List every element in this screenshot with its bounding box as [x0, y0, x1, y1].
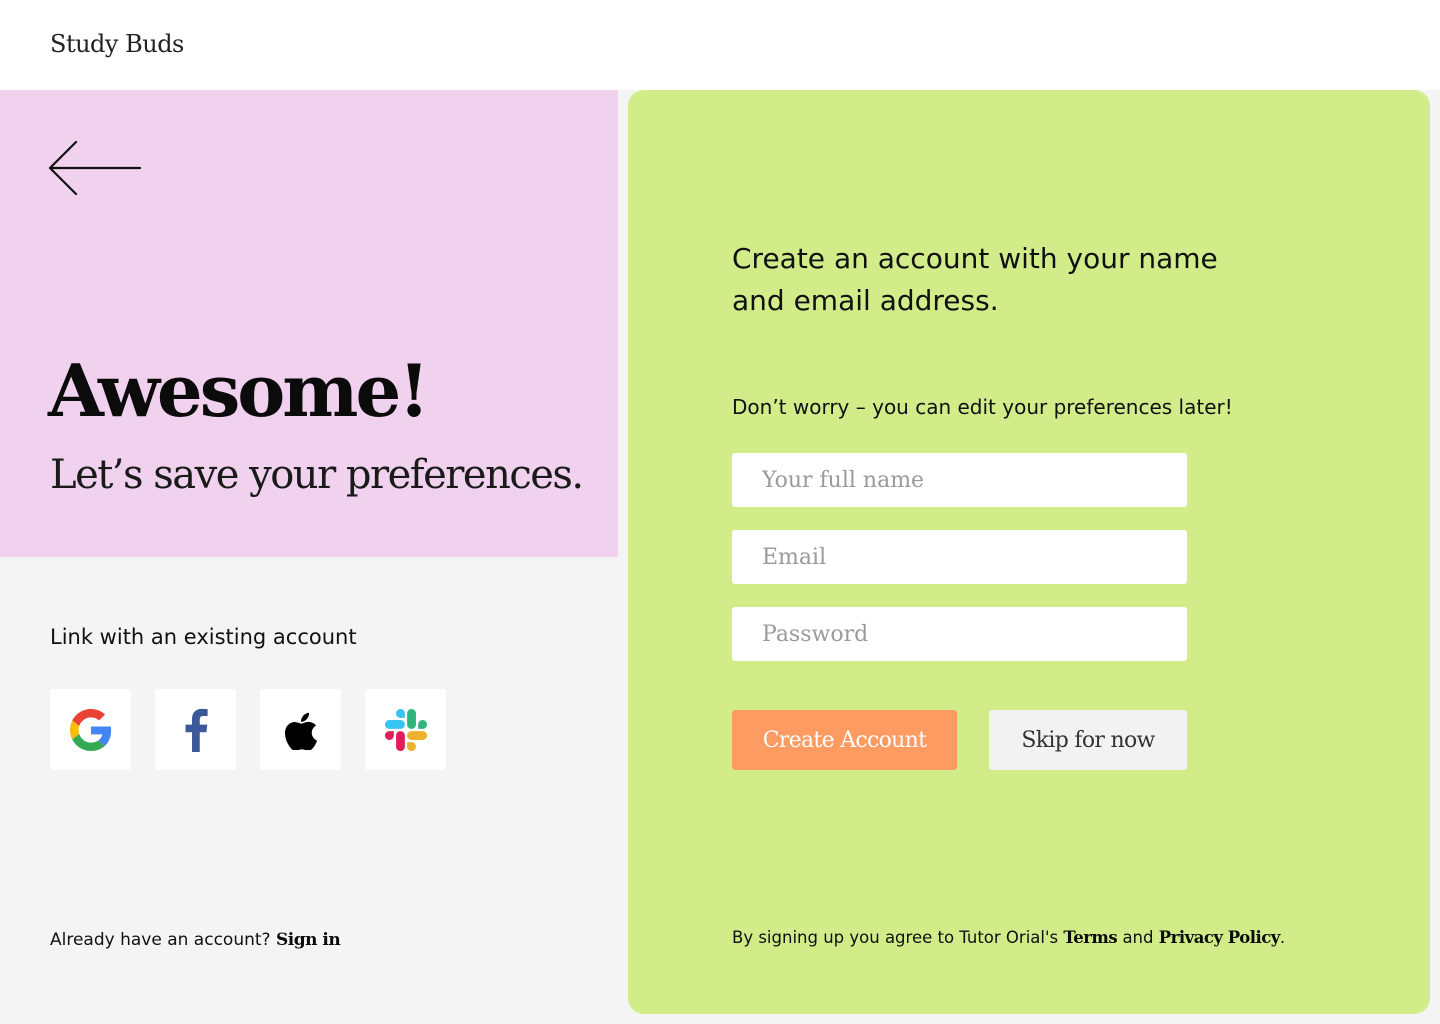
signup-note: Don’t worry – you can edit your preferen… [732, 395, 1233, 419]
social-login-row [50, 689, 446, 770]
hero-title: Awesome! [48, 348, 430, 433]
top-header: Study Buds [0, 0, 1440, 90]
hero-subtitle: Let’s save your preferences. [50, 452, 584, 498]
terms-conjunction: and [1122, 928, 1154, 947]
brand-logo[interactable]: Study Buds [50, 30, 184, 58]
terms-suffix: . [1279, 928, 1286, 947]
google-icon [69, 708, 111, 751]
apple-icon [284, 712, 317, 750]
google-login-button[interactable] [50, 689, 131, 770]
signin-prompt-text: Already have an account? [50, 930, 271, 950]
skip-button[interactable]: Skip for now [989, 710, 1187, 770]
privacy-policy-link[interactable]: Privacy Policy [1159, 928, 1281, 947]
signin-link[interactable]: Sign in [276, 930, 341, 950]
apple-login-button[interactable] [260, 689, 341, 770]
slack-login-button[interactable] [365, 689, 446, 770]
slack-icon [384, 708, 427, 751]
link-accounts-heading: Link with an existing account [50, 625, 357, 649]
signin-prompt: Already have an account? Sign in [50, 930, 341, 950]
facebook-login-button[interactable] [155, 689, 236, 770]
terms-prefix: By signing up you agree to Tutor Orial's [732, 928, 1059, 947]
hero-section: Awesome! Let’s save your preferences. [0, 90, 618, 557]
signup-panel: Create an account with your name and ema… [628, 90, 1430, 1014]
full-name-input[interactable] [732, 453, 1187, 507]
create-account-button[interactable]: Create Account [732, 710, 957, 770]
signup-heading: Create an account with your name and ema… [732, 242, 1218, 317]
facebook-icon [185, 708, 208, 752]
terms-link[interactable]: Terms [1063, 928, 1117, 947]
arrow-left-icon[interactable] [46, 140, 142, 196]
email-input[interactable] [732, 530, 1187, 584]
password-input[interactable] [732, 607, 1187, 661]
terms-notice: By signing up you agree to Tutor Orial's… [732, 928, 1285, 947]
